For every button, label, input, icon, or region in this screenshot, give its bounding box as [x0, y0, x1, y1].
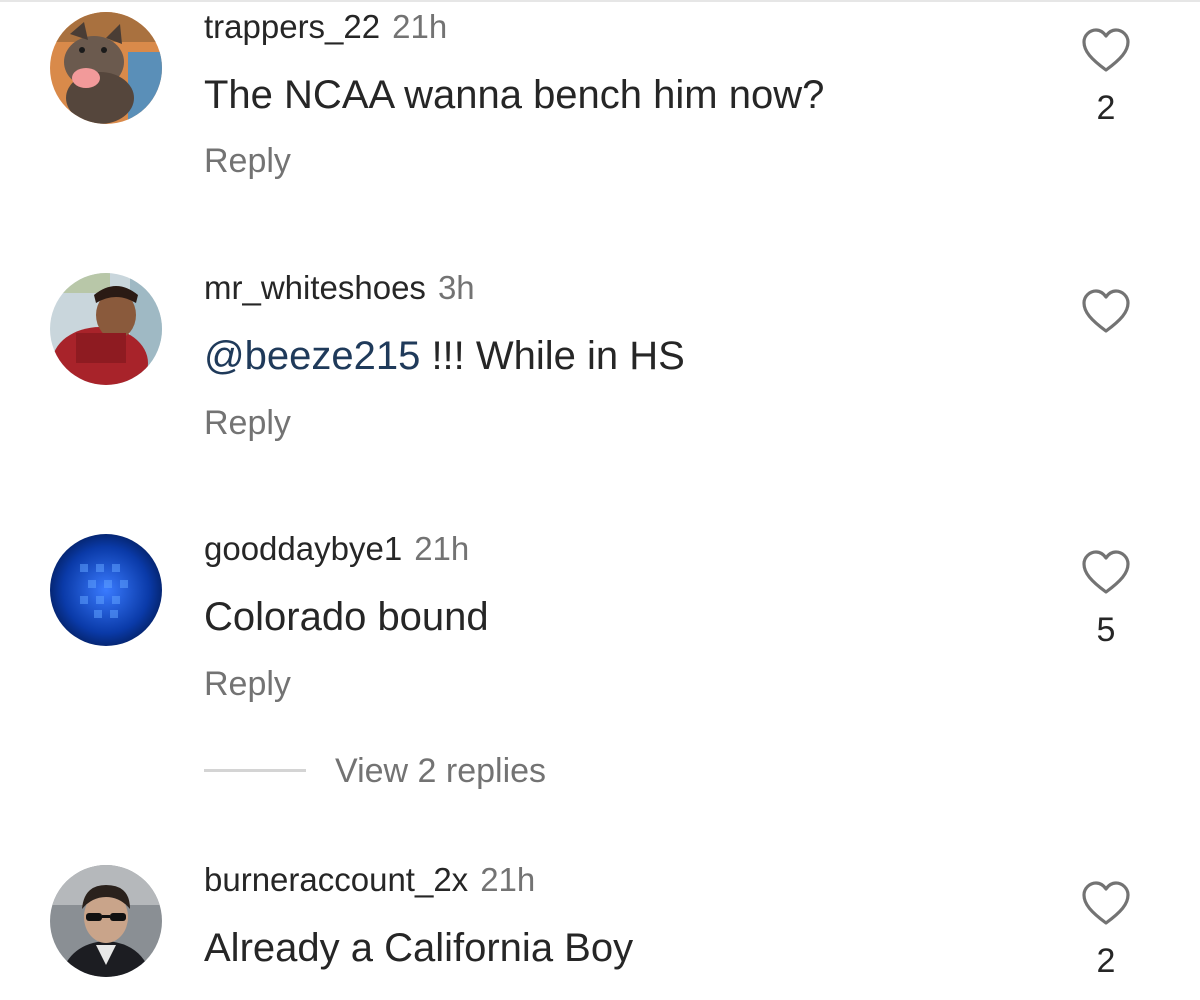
- comment-text: Colorado bound: [204, 595, 489, 639]
- like-heart-icon[interactable]: [1081, 288, 1131, 334]
- like-heart-icon[interactable]: [1081, 880, 1131, 926]
- person-sunglasses-avatar-icon: [50, 865, 162, 977]
- dog-avatar-icon: [50, 12, 162, 124]
- blue-abstract-avatar-icon: [50, 534, 162, 646]
- comment-username-line: mr_whiteshoes 3h: [204, 268, 475, 308]
- timestamp: 21h: [392, 8, 448, 45]
- avatar[interactable]: [50, 865, 162, 977]
- comment-username-line: trappers_22 21h: [204, 7, 447, 47]
- comment-body: !!! While in HS: [420, 334, 685, 378]
- username-link[interactable]: trappers_22: [204, 8, 380, 45]
- comment-text: Already a California Boy: [204, 926, 634, 970]
- username-link[interactable]: gooddaybye1: [204, 530, 402, 567]
- like-count: 5: [1096, 611, 1116, 649]
- like-heart-icon[interactable]: [1081, 27, 1131, 73]
- comment-username-line: burneraccount_2x 21h: [204, 860, 535, 900]
- reply-button[interactable]: Reply: [204, 403, 291, 443]
- username-link[interactable]: mr_whiteshoes: [204, 269, 426, 306]
- like-count: 2: [1096, 942, 1116, 980]
- comment-text: The NCAA wanna bench him now?: [204, 73, 825, 117]
- timestamp: 21h: [414, 530, 470, 567]
- timestamp: 3h: [437, 269, 475, 306]
- reply-button[interactable]: Reply: [204, 141, 291, 181]
- view-replies-button[interactable]: View 2 replies: [335, 750, 546, 792]
- mention-link[interactable]: @beeze215: [204, 334, 420, 378]
- top-divider: [0, 0, 1200, 2]
- avatar[interactable]: [50, 534, 162, 646]
- comment-text: @beeze215 !!! While in HS: [204, 331, 685, 381]
- avatar[interactable]: [50, 273, 162, 385]
- replies-divider-line: [204, 769, 306, 772]
- reply-button[interactable]: Reply: [204, 664, 291, 704]
- timestamp: 21h: [480, 861, 536, 898]
- like-count: 2: [1096, 89, 1116, 127]
- username-link[interactable]: burneraccount_2x: [204, 861, 468, 898]
- avatar[interactable]: [50, 12, 162, 124]
- person-red-hoodie-avatar-icon: [50, 273, 162, 385]
- like-heart-icon[interactable]: [1081, 549, 1131, 595]
- comment-username-line: gooddaybye1 21h: [204, 529, 469, 569]
